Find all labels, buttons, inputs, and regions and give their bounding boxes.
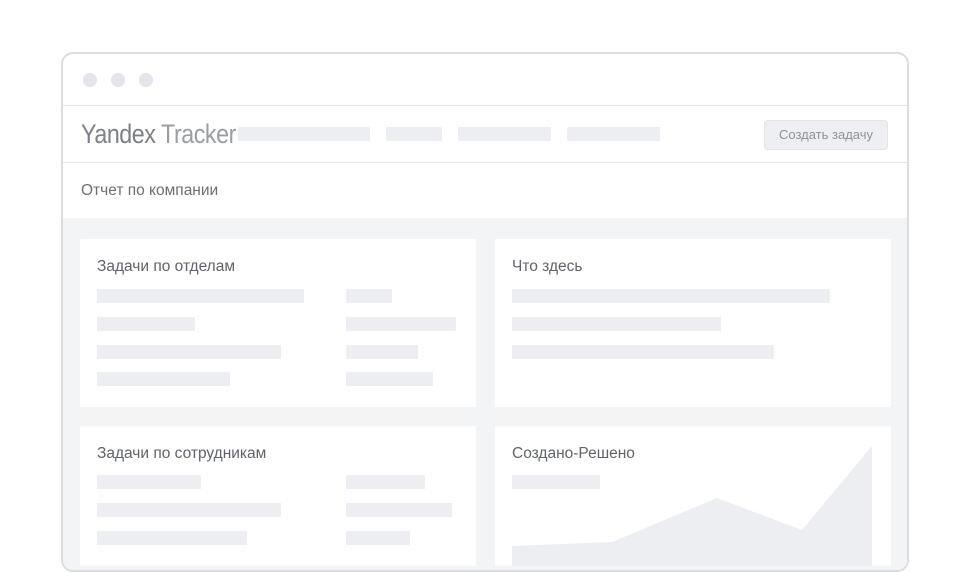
window-maximize-dot[interactable] xyxy=(139,72,153,87)
app-header: Yandex Tracker Создать задачу xyxy=(63,106,907,163)
nav-item-placeholder[interactable] xyxy=(238,127,370,141)
area-chart-placeholder xyxy=(512,446,872,566)
text-placeholder xyxy=(97,503,281,517)
text-placeholder xyxy=(346,475,425,489)
text-placeholder xyxy=(512,317,721,331)
widget-tasks-by-department: Задачи по отделам xyxy=(80,239,476,407)
widget-title: Что здесь xyxy=(512,258,583,275)
widget-title: Задачи по отделам xyxy=(97,258,236,275)
text-placeholder xyxy=(97,372,230,386)
nav-item-placeholder[interactable] xyxy=(567,127,660,141)
window-close-dot[interactable] xyxy=(83,72,97,87)
widget-created-resolved: Создано-Решено xyxy=(495,426,891,566)
text-placeholder xyxy=(346,317,456,331)
text-placeholder xyxy=(97,475,201,489)
widget-tasks-by-employee: Задачи по сотрудникам xyxy=(80,426,476,566)
text-placeholder xyxy=(346,503,452,517)
text-placeholder xyxy=(97,289,304,303)
nav-menu xyxy=(238,127,660,141)
widget-what-here: Что здесь xyxy=(495,239,891,407)
text-placeholder xyxy=(512,289,830,303)
page-title: Отчет по компании xyxy=(81,181,219,199)
text-placeholder xyxy=(97,317,195,331)
nav-item-placeholder[interactable] xyxy=(458,127,551,141)
window-titlebar xyxy=(63,54,907,106)
text-placeholder xyxy=(512,345,774,359)
text-placeholder xyxy=(346,372,433,386)
nav-item-placeholder[interactable] xyxy=(386,127,442,141)
text-placeholder xyxy=(97,531,247,545)
browser-window: Yandex Tracker Создать задачу Отчет по к… xyxy=(61,52,909,572)
logo-product: Tracker xyxy=(161,118,236,149)
widget-title: Задачи по сотрудникам xyxy=(97,445,267,462)
app-logo[interactable]: Yandex Tracker xyxy=(81,118,236,150)
area-chart-shape xyxy=(512,446,872,566)
text-placeholder xyxy=(346,289,392,303)
window-minimize-dot[interactable] xyxy=(111,72,125,87)
create-task-button[interactable]: Создать задачу xyxy=(763,120,888,150)
text-placeholder xyxy=(346,531,410,545)
logo-brand: Yandex xyxy=(81,118,156,149)
text-placeholder xyxy=(346,345,418,359)
text-placeholder xyxy=(97,345,281,359)
dashboard-area: Задачи по отделам Что здесь Задачи по со… xyxy=(63,218,907,570)
